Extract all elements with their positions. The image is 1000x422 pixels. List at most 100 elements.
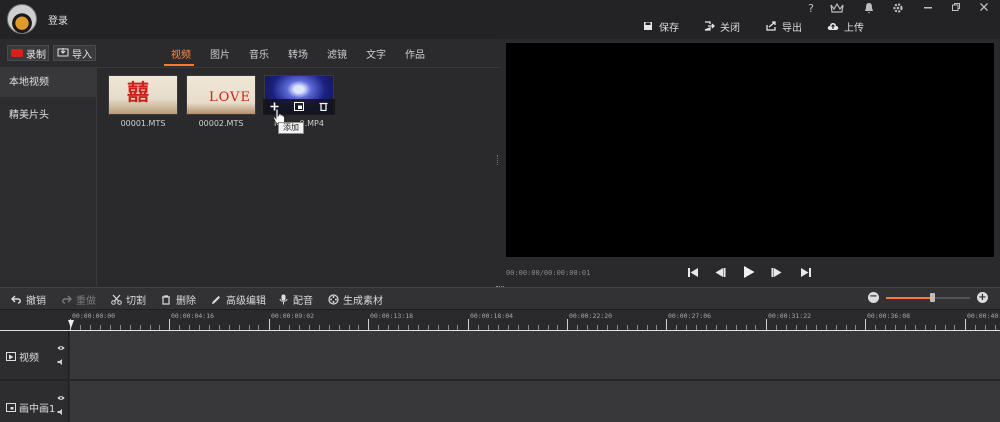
ruler-minor-tick xyxy=(130,325,131,330)
pip-track[interactable] xyxy=(70,381,1000,422)
media-name: 00002.MTS xyxy=(198,119,244,128)
login-link[interactable]: 登录 xyxy=(48,12,68,27)
record-button[interactable]: 录制 xyxy=(7,45,49,61)
eye-icon[interactable] xyxy=(57,345,65,353)
restore-icon[interactable] xyxy=(948,2,964,16)
ruler-minor-tick xyxy=(954,325,955,330)
ruler-minor-tick xyxy=(349,325,350,330)
bell-icon[interactable] xyxy=(861,2,877,16)
skip-end-icon[interactable] xyxy=(797,264,815,280)
ruler-minor-tick xyxy=(239,325,240,330)
help-icon[interactable]: ? xyxy=(803,2,819,16)
ruler-minor-tick xyxy=(925,325,926,330)
speaker-icon[interactable] xyxy=(57,408,65,416)
ruler-major-tick xyxy=(567,319,568,330)
media-name: 00001.MTS xyxy=(120,119,166,128)
voiceover-button[interactable]: 配音 xyxy=(277,292,313,307)
ruler-minor-tick xyxy=(209,325,210,330)
voiceover-label: 配音 xyxy=(293,296,313,307)
ruler-minor-tick xyxy=(855,325,856,330)
ruler-minor-tick xyxy=(358,325,359,330)
media-thumbnail[interactable]: LOVE xyxy=(186,75,256,115)
ruler-minor-tick xyxy=(219,325,220,330)
ruler-minor-tick xyxy=(90,325,91,330)
close-icon[interactable] xyxy=(976,2,992,16)
ruler-minor-tick xyxy=(299,325,300,330)
ruler-major-tick xyxy=(169,319,170,330)
save-label: 保存 xyxy=(659,22,679,34)
pip-track-label: 画中画1 xyxy=(6,400,55,415)
gear-icon[interactable] xyxy=(890,2,906,16)
media-thumbnail[interactable]: 囍 xyxy=(108,75,178,115)
ruler-minor-tick xyxy=(488,325,489,330)
add-tooltip: 添加 xyxy=(278,122,304,134)
tab-image[interactable]: 图片 xyxy=(210,46,230,61)
previous-frame-icon[interactable] xyxy=(711,264,729,280)
tab-video[interactable]: 视频 xyxy=(171,46,191,61)
film-reel-icon xyxy=(327,294,339,305)
ruler-minor-tick xyxy=(755,325,756,330)
ruler-time-label: 00:00:13:18 xyxy=(370,312,414,320)
play-button-icon[interactable] xyxy=(740,264,758,280)
playhead-marker[interactable] xyxy=(68,320,74,328)
import-button[interactable]: 导入 xyxy=(53,45,96,61)
crop-icon[interactable] xyxy=(293,101,304,114)
exit-label: 关闭 xyxy=(720,22,740,34)
zoom-out-button[interactable]: − xyxy=(868,292,879,303)
ruler-major-tick xyxy=(269,319,270,330)
ruler-major-tick xyxy=(368,319,369,330)
save-button[interactable]: 保存 xyxy=(642,19,679,34)
redo-button[interactable]: 重做 xyxy=(60,292,96,307)
ruler-minor-tick xyxy=(656,325,657,330)
video-preview[interactable] xyxy=(506,43,994,257)
ruler-minor-tick xyxy=(846,325,847,330)
eye-icon[interactable] xyxy=(57,395,65,403)
ruler-time-label: 00:00:09:02 xyxy=(271,312,315,320)
ruler-minor-tick xyxy=(706,325,707,330)
ruler-minor-tick xyxy=(905,325,906,330)
skip-start-icon[interactable] xyxy=(684,264,702,280)
ruler-minor-tick xyxy=(935,325,936,330)
ruler-time-label: 00:00:22:20 xyxy=(569,312,613,320)
tab-works[interactable]: 作品 xyxy=(405,46,425,61)
zoom-slider-handle[interactable] xyxy=(930,293,935,302)
ruler-time-label: 00:00:04:16 xyxy=(171,312,215,320)
next-frame-icon[interactable] xyxy=(768,264,786,280)
sidebar-item-local-video[interactable]: 本地视频 xyxy=(0,68,97,97)
ruler-minor-tick xyxy=(617,325,618,330)
ruler-minor-tick xyxy=(80,325,81,330)
crown-icon[interactable] xyxy=(829,2,845,16)
ruler-minor-tick xyxy=(518,325,519,330)
sidebar-item-intro[interactable]: 精美片头 xyxy=(0,101,97,130)
exit-button[interactable]: 关闭 xyxy=(703,19,740,34)
speaker-icon[interactable] xyxy=(57,358,65,366)
undo-button[interactable]: 撤销 xyxy=(10,292,46,307)
ruler-major-tick xyxy=(666,319,667,330)
tab-filter[interactable]: 滤镜 xyxy=(327,46,347,61)
upload-button[interactable]: 上传 xyxy=(827,19,864,34)
ruler-minor-tick xyxy=(279,325,280,330)
advanced-edit-button[interactable]: 高级编辑 xyxy=(210,292,266,307)
ruler-minor-tick xyxy=(339,325,340,330)
delete-icon[interactable] xyxy=(319,101,328,114)
avatar[interactable] xyxy=(7,4,37,34)
export-button[interactable]: 导出 xyxy=(765,19,802,34)
tab-music[interactable]: 音乐 xyxy=(249,46,269,61)
ruler-minor-tick xyxy=(557,325,558,330)
ruler-time-label: 00:00:36:08 xyxy=(867,312,911,320)
tab-transition[interactable]: 转场 xyxy=(288,46,308,61)
ruler-minor-tick xyxy=(289,325,290,330)
splitter-handle[interactable] xyxy=(497,155,499,165)
cut-button[interactable]: 切割 xyxy=(110,292,146,307)
video-track[interactable] xyxy=(70,331,1000,379)
ruler-minor-tick xyxy=(319,325,320,330)
zoom-in-button[interactable]: + xyxy=(977,292,988,303)
ruler-minor-tick xyxy=(528,325,529,330)
ruler-minor-tick xyxy=(895,325,896,330)
delete-button[interactable]: 删除 xyxy=(160,292,196,307)
ruler-minor-tick xyxy=(309,325,310,330)
tab-text[interactable]: 文字 xyxy=(366,46,386,61)
generate-asset-button[interactable]: 生成素材 xyxy=(327,292,383,307)
minimize-icon[interactable] xyxy=(920,2,936,16)
ruler-minor-tick xyxy=(508,325,509,330)
